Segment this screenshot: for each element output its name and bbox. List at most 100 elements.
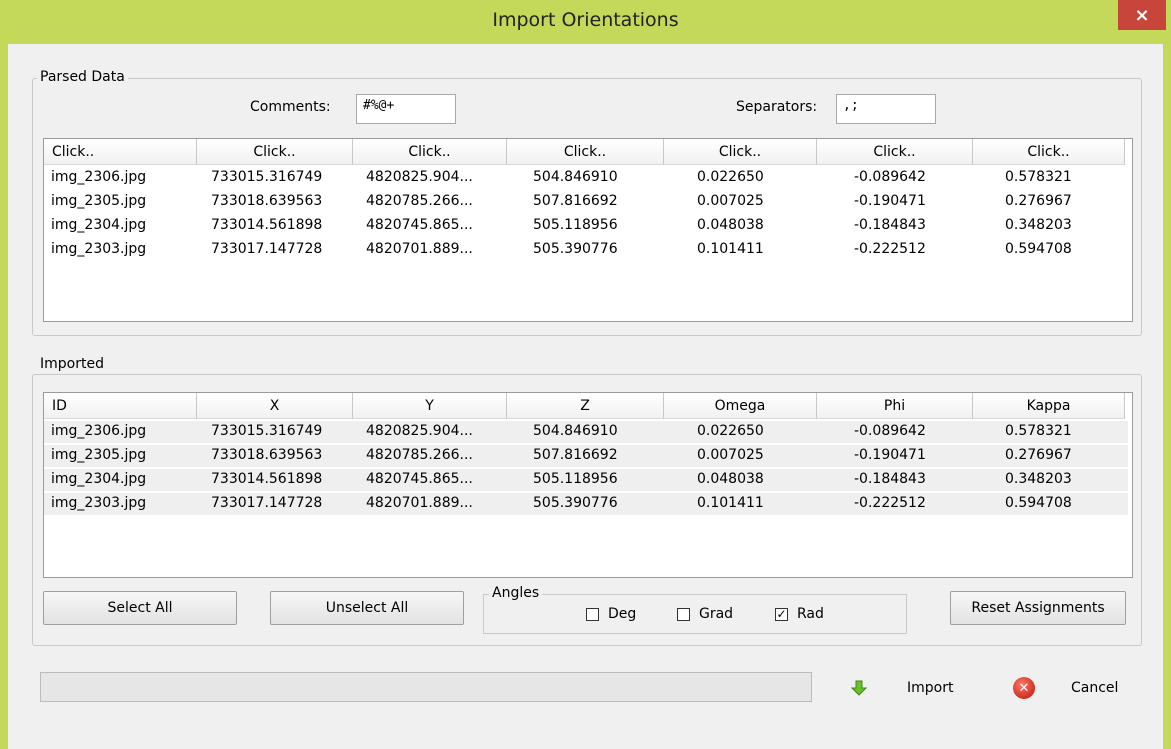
import-button[interactable]: Import (907, 680, 953, 696)
separators-label: Separators: (736, 99, 818, 115)
parsed-data-group-label: Parsed Data (37, 69, 128, 85)
table-row[interactable]: img_2303.jpg 733017.147728 4820701.889... 5… (44, 493, 1128, 515)
table-cell: -0.190471 (854, 447, 926, 463)
table-cell: 505.390776 (533, 495, 618, 511)
column-header[interactable]: Click.. (664, 139, 817, 165)
table-cell: img_2303.jpg (51, 241, 147, 257)
table-cell: -0.222512 (854, 495, 926, 511)
column-header[interactable]: Click.. (817, 139, 973, 165)
column-header[interactable]: Z (507, 393, 664, 419)
table-cell: 0.101411 (697, 495, 764, 511)
close-button[interactable]: × (1118, 0, 1166, 30)
table-cell: 733017.147728 (211, 495, 323, 511)
table-cell: 0.276967 (1005, 193, 1072, 209)
table-cell: 507.816692 (533, 193, 618, 209)
title-bar: Import Orientations × (0, 0, 1171, 44)
table-cell: 4820745.865... (366, 217, 473, 233)
column-header[interactable]: ID (44, 393, 197, 419)
comments-label: Comments: (250, 99, 331, 115)
table-row[interactable]: img_2305.jpg 733018.639563 4820785.266... 5… (44, 445, 1128, 467)
separators-input[interactable]: ,; (836, 94, 936, 124)
table-row[interactable]: img_2303.jpg 733017.147728 4820701.889... 5… (44, 239, 1132, 261)
table-cell: 733017.147728 (211, 241, 323, 257)
parsed-data-list[interactable]: Click.. Click.. Click.. Click.. Click.. Click… (43, 138, 1133, 322)
column-header[interactable]: Click.. (353, 139, 507, 165)
table-cell: 0.048038 (697, 471, 764, 487)
grad-checkbox[interactable] (677, 608, 690, 621)
table-cell: img_2306.jpg (51, 423, 147, 439)
column-header[interactable]: Phi (817, 393, 973, 419)
table-cell: 504.846910 (533, 423, 618, 439)
table-cell: 733014.561898 (211, 471, 323, 487)
column-header[interactable]: Click.. (973, 139, 1125, 165)
table-cell: 505.118956 (533, 471, 618, 487)
table-cell: 0.048038 (697, 217, 764, 233)
table-cell: 0.594708 (1005, 495, 1072, 511)
angles-group-label: Angles (489, 585, 543, 601)
comments-input[interactable]: #%@+ (356, 94, 456, 124)
table-cell: -0.089642 (854, 169, 926, 185)
column-header[interactable]: Omega (664, 393, 817, 419)
column-header[interactable]: Click.. (507, 139, 664, 165)
table-cell: 733018.639563 (211, 447, 323, 463)
table-cell: 0.578321 (1005, 423, 1072, 439)
table-row[interactable]: img_2305.jpg 733018.639563 4820785.266... 5… (44, 191, 1132, 213)
window-title: Import Orientations (492, 9, 679, 31)
rad-label: Rad (797, 606, 824, 622)
table-cell: -0.190471 (854, 193, 926, 209)
table-cell: img_2304.jpg (51, 217, 147, 233)
column-header[interactable]: Kappa (973, 393, 1125, 419)
column-header[interactable]: Y (353, 393, 507, 419)
deg-checkbox[interactable] (586, 608, 599, 621)
rad-checkbox[interactable]: ✓ (775, 608, 788, 621)
table-cell: 507.816692 (533, 447, 618, 463)
cancel-button[interactable]: Cancel (1071, 680, 1118, 696)
angles-group (483, 594, 907, 634)
table-cell: 0.348203 (1005, 471, 1072, 487)
table-cell: -0.184843 (854, 217, 926, 233)
table-cell: img_2304.jpg (51, 471, 147, 487)
table-cell: 0.007025 (697, 447, 764, 463)
cancel-icon[interactable]: ✕ (1013, 677, 1035, 699)
table-cell: img_2305.jpg (51, 447, 147, 463)
table-cell: img_2305.jpg (51, 193, 147, 209)
table-cell: 505.390776 (533, 241, 618, 257)
unselect-all-button[interactable]: Unselect All (270, 591, 464, 625)
table-cell: 0.578321 (1005, 169, 1072, 185)
column-header[interactable]: X (197, 393, 353, 419)
column-header[interactable]: Click.. (197, 139, 353, 165)
table-row[interactable]: img_2306.jpg 733015.316749 4820825.904... 5… (44, 167, 1132, 189)
table-cell: 0.276967 (1005, 447, 1072, 463)
table-cell: -0.089642 (854, 423, 926, 439)
table-cell: 0.022650 (697, 169, 764, 185)
table-cell: img_2303.jpg (51, 495, 147, 511)
table-cell: 4820825.904... (366, 169, 473, 185)
table-cell: 4820785.266... (366, 447, 473, 463)
column-header[interactable]: Click.. (44, 139, 197, 165)
imported-header: ID X Y Z Omega Phi Kappa (44, 393, 1132, 419)
table-cell: 0.594708 (1005, 241, 1072, 257)
import-icon[interactable] (851, 680, 867, 696)
table-cell: 0.007025 (697, 193, 764, 209)
table-cell: 504.846910 (533, 169, 618, 185)
table-cell: 733018.639563 (211, 193, 323, 209)
deg-label: Deg (608, 606, 637, 622)
imported-list[interactable]: ID X Y Z Omega Phi Kappa img_2306.jpg 733015.31… (43, 392, 1133, 578)
table-row[interactable]: img_2306.jpg 733015.316749 4820825.904... 5… (44, 421, 1128, 443)
table-cell: 4820701.889... (366, 495, 473, 511)
grad-label: Grad (699, 606, 734, 622)
table-cell: -0.184843 (854, 471, 926, 487)
table-cell: 4820825.904... (366, 423, 473, 439)
dialog-body: Parsed Data Comments: #%@+ Separators: ,… (8, 44, 1163, 749)
select-all-button[interactable]: Select All (43, 591, 237, 625)
table-cell: 0.101411 (697, 241, 764, 257)
reset-assignments-button[interactable]: Reset Assignments (950, 591, 1126, 625)
table-cell: 0.022650 (697, 423, 764, 439)
table-cell: 4820745.865... (366, 471, 473, 487)
table-cell: 733014.561898 (211, 217, 323, 233)
table-row[interactable]: img_2304.jpg 733014.561898 4820745.865... 5… (44, 469, 1128, 491)
table-cell: 505.118956 (533, 217, 618, 233)
table-cell: 733015.316749 (211, 423, 323, 439)
table-row[interactable]: img_2304.jpg 733014.561898 4820745.865... 5… (44, 215, 1132, 237)
table-cell: 4820701.889... (366, 241, 473, 257)
